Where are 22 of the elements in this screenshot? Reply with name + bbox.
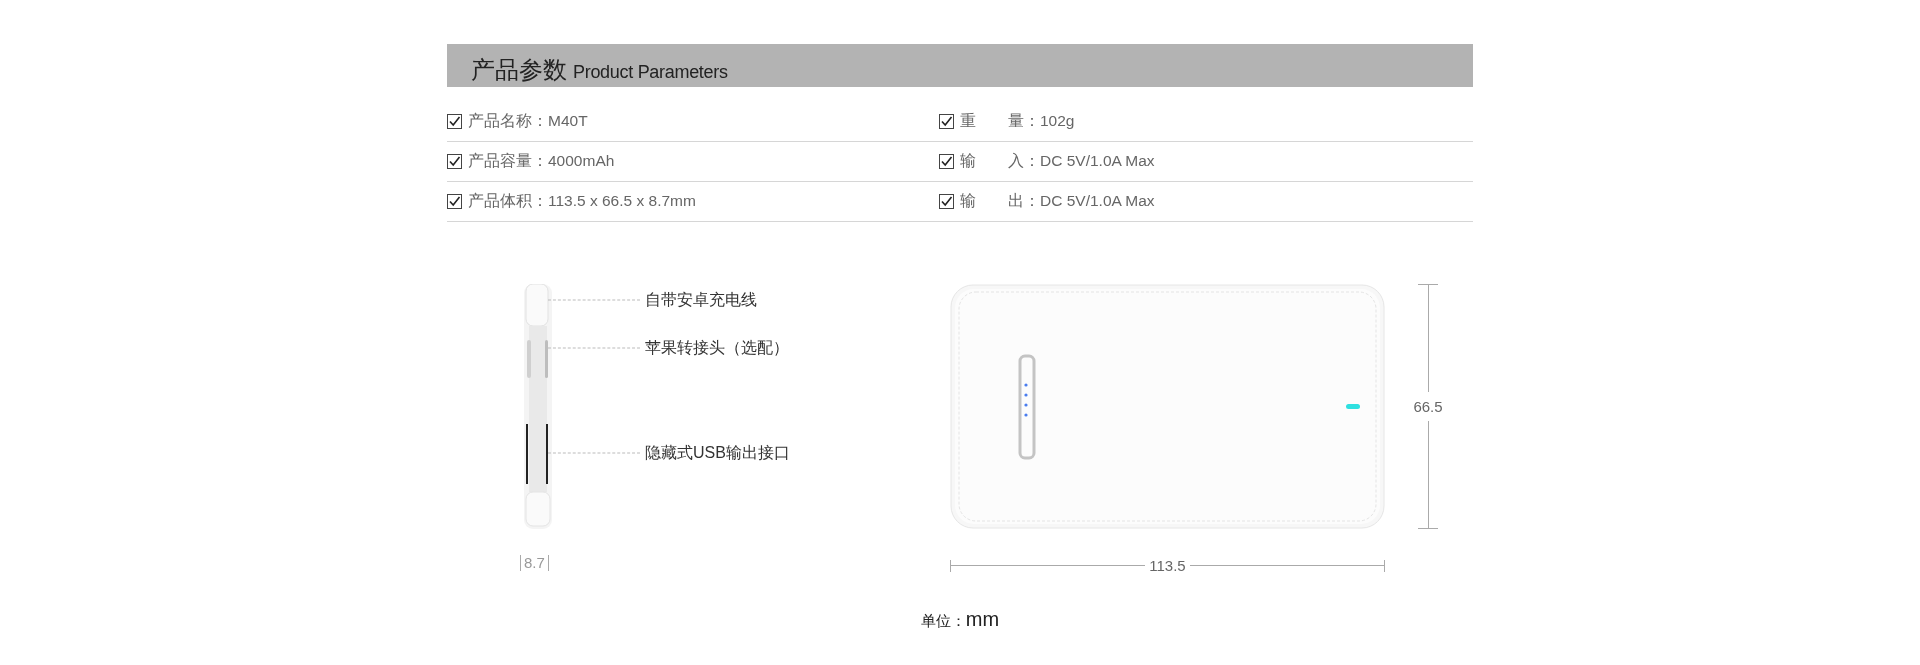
unit-label: 单位： xyxy=(920,612,966,631)
callout-label: 苹果转接头（选配） xyxy=(645,337,789,358)
spec-text: 产品容量：4000mAh xyxy=(468,151,615,171)
dimension-label: 113.5 xyxy=(1148,556,1187,576)
spec-text: 产品名称：M40T xyxy=(468,111,588,131)
spec-text: 输 出：DC 5V/1.0A Max xyxy=(960,191,1155,211)
dimension-label: 66.5 xyxy=(1412,397,1444,417)
callout-label: 隐藏式USB输出接口 xyxy=(645,442,790,463)
spec-text: 重 量：102g xyxy=(960,111,1075,131)
section-title: 产品参数 xyxy=(471,58,567,82)
unit-value: mm xyxy=(965,608,1000,631)
spec-text: 输 入：DC 5V/1.0A Max xyxy=(960,151,1155,171)
spec-text: 产品体积：113.5 x 66.5 x 8.7mm xyxy=(468,191,696,211)
section-subtitle: Product Parameters xyxy=(573,63,728,82)
checkbox[interactable] xyxy=(939,194,954,209)
checkbox[interactable] xyxy=(939,114,954,129)
callout-label: 自带安卓充电线 xyxy=(645,289,757,310)
checkbox[interactable] xyxy=(939,154,954,169)
thickness-dimension: 8.7 xyxy=(520,555,549,571)
checkbox[interactable] xyxy=(447,154,462,169)
checkbox[interactable] xyxy=(447,114,462,129)
checkbox[interactable] xyxy=(447,194,462,209)
